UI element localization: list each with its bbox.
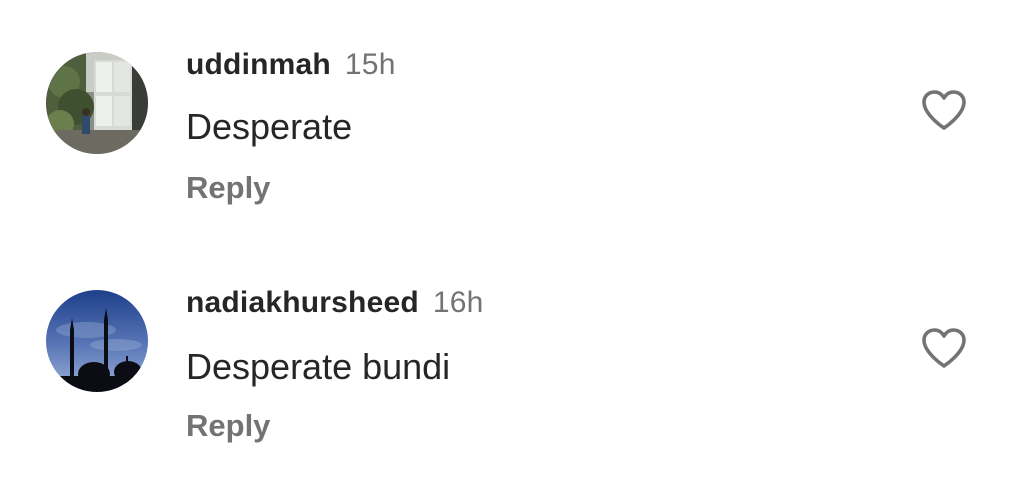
comment-username[interactable]: nadiakhursheed 16h xyxy=(186,286,484,320)
comment-timestamp: 15h xyxy=(344,48,396,81)
heart-outline-icon xyxy=(922,90,966,130)
mosque-photo-icon xyxy=(46,290,148,392)
like-button[interactable] xyxy=(920,326,968,370)
reply-button[interactable]: Reply xyxy=(186,408,270,444)
comment-username[interactable]: uddinmah 15h xyxy=(186,48,396,82)
comment-text: Desperate xyxy=(186,106,353,147)
like-button[interactable] xyxy=(920,88,968,132)
avatar[interactable] xyxy=(46,52,148,154)
comment-item: uddinmah 15h Desperate Reply xyxy=(0,0,1024,205)
reply-button[interactable]: Reply xyxy=(186,170,270,206)
comment-text: Desperate bundi xyxy=(186,346,451,387)
username-label[interactable]: uddinmah xyxy=(186,48,331,81)
avatar[interactable] xyxy=(46,290,148,392)
heart-outline-icon xyxy=(922,328,966,368)
comment-timestamp: 16h xyxy=(432,286,484,319)
username-label[interactable]: nadiakhursheed xyxy=(186,286,419,319)
garden-photo-icon xyxy=(46,52,148,154)
comment-item: nadiakhursheed 16h Desperate bundi Reply xyxy=(0,240,1024,443)
